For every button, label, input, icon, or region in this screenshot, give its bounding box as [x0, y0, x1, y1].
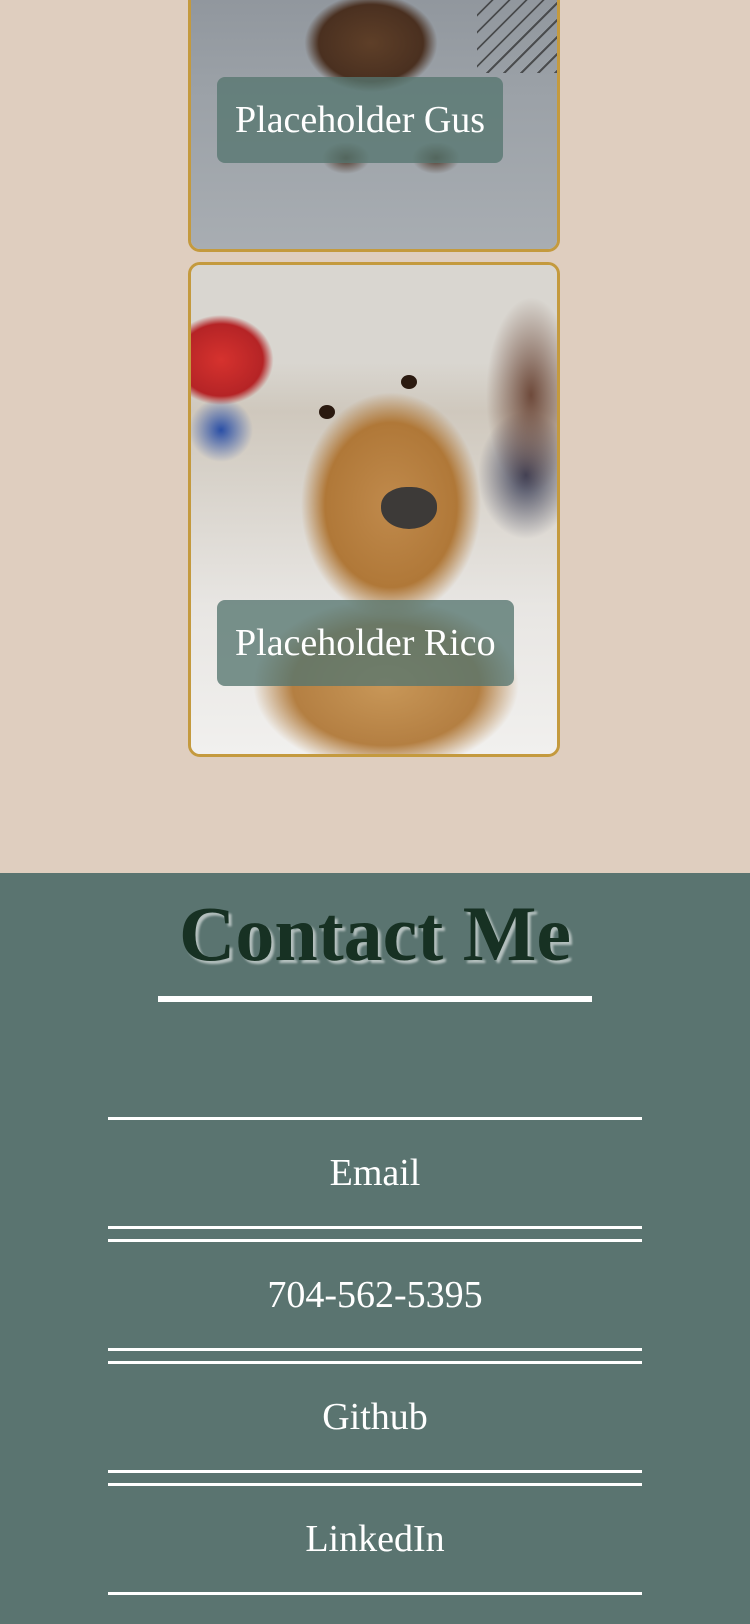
pet-name-label: Placeholder Gus — [217, 77, 504, 163]
pet-card-rico[interactable]: Placeholder Rico — [188, 262, 560, 757]
linkedin-link[interactable]: LinkedIn — [108, 1483, 642, 1595]
phone-link[interactable]: 704-562-5395 — [108, 1239, 642, 1351]
github-link[interactable]: Github — [108, 1361, 642, 1473]
contact-section: Contact Me Email 704-562-5395 Github Lin… — [0, 873, 750, 1624]
pet-name-label: Placeholder Rico — [217, 600, 514, 686]
page: Placeholder Gus Placeholder Rico Contact… — [0, 0, 750, 1624]
pet-gallery: Placeholder Gus Placeholder Rico — [0, 0, 750, 873]
contact-list: Email 704-562-5395 Github LinkedIn — [108, 1117, 642, 1595]
dog-nose — [381, 487, 437, 529]
dog-eye — [401, 375, 417, 389]
email-link[interactable]: Email — [108, 1117, 642, 1229]
dog-eye — [319, 405, 335, 419]
pet-card-gus[interactable]: Placeholder Gus — [188, 0, 560, 252]
title-underline — [158, 996, 592, 1002]
crate-bars — [477, 0, 557, 73]
contact-title: Contact Me — [178, 890, 572, 977]
